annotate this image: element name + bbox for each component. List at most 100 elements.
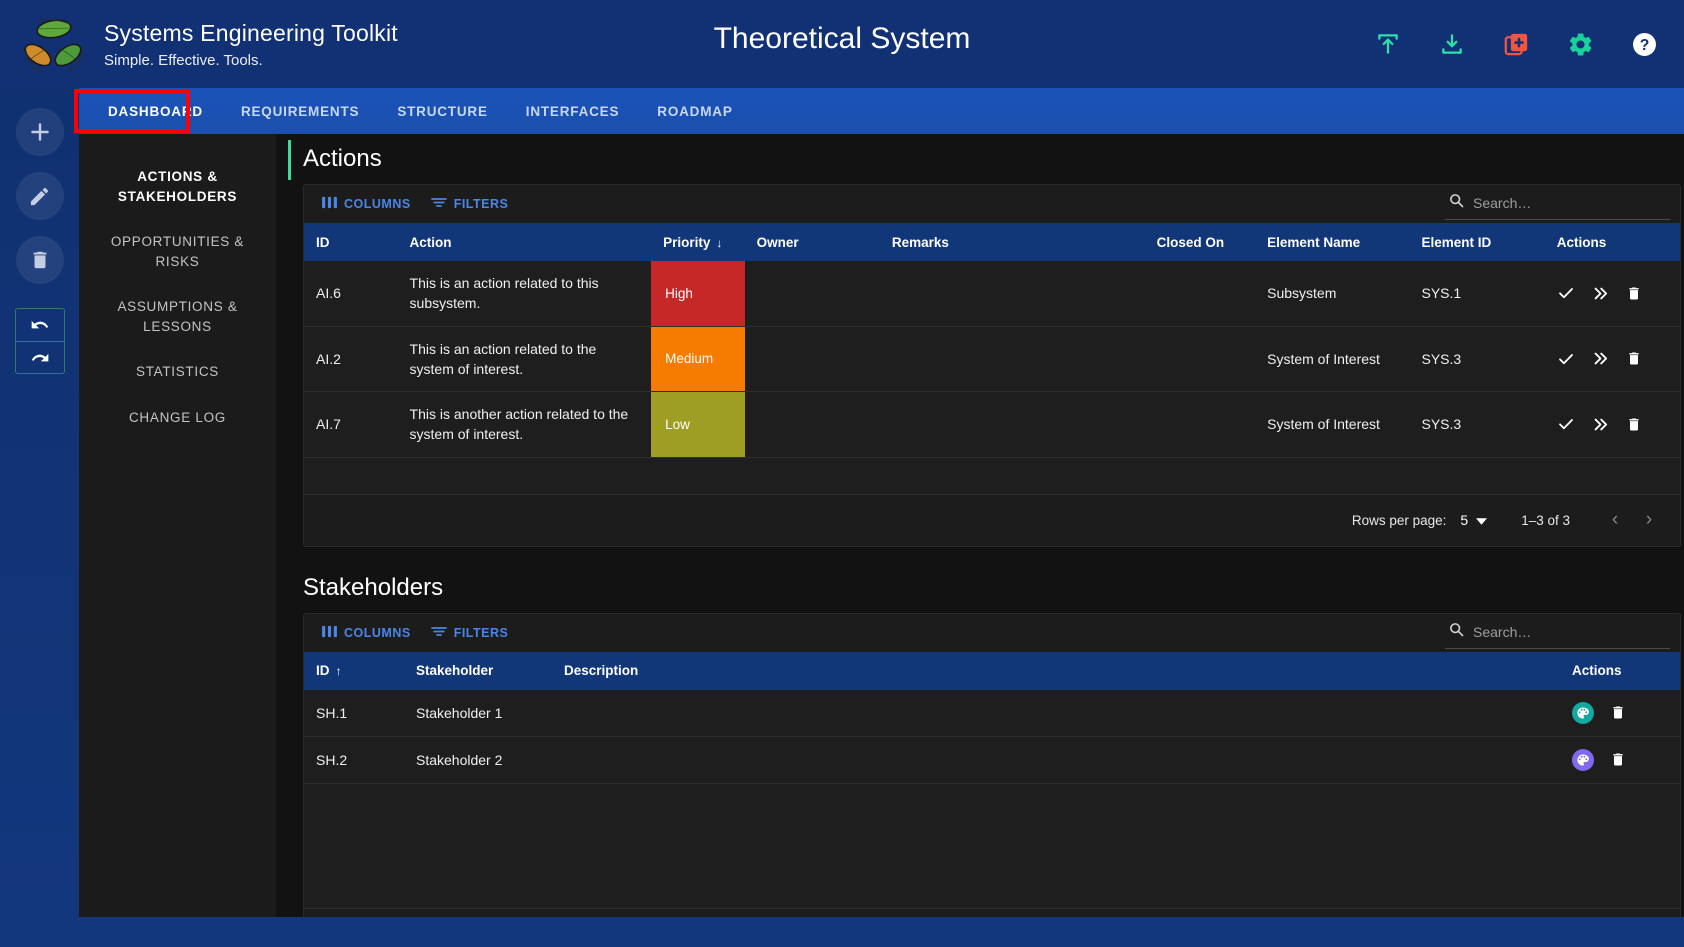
double-chevron-right-icon[interactable] — [1592, 285, 1609, 302]
download-icon[interactable] — [1438, 30, 1466, 58]
actions-filters-button[interactable]: FILTERS — [421, 190, 519, 218]
search-icon — [1449, 193, 1464, 213]
col-sh-actions: Actions — [1572, 663, 1622, 679]
col-element-name[interactable]: Element Name — [1255, 223, 1409, 261]
sidebar-item-statistics[interactable]: STATISTICS — [79, 349, 276, 395]
actions-table-header-row: ID Action Priority ↓ Owner Remarks Closed… — [304, 223, 1680, 261]
col-owner[interactable]: Owner — [745, 223, 880, 261]
sort-desc-icon: ↓ — [716, 235, 723, 250]
stakeholders-search-input[interactable]: Search… — [1445, 618, 1670, 649]
cell-priority: Low — [651, 391, 745, 458]
cell-sh-stakeholder: Stakeholder 2 — [416, 751, 503, 768]
delete-button[interactable] — [15, 236, 64, 284]
actions-columns-label: COLUMNS — [344, 197, 411, 211]
stakeholders-filters-button[interactable]: FILTERS — [421, 619, 519, 647]
col-actions: Actions — [1556, 234, 1607, 250]
cell-action: This is an action related to this subsys… — [409, 275, 599, 312]
tab-structure[interactable]: STRUCTURE — [378, 91, 506, 132]
app-tagline: Simple. Effective. Tools. — [104, 51, 263, 69]
columns-icon — [322, 196, 337, 212]
stakeholders-columns-button[interactable]: COLUMNS — [312, 619, 421, 647]
check-icon[interactable] — [1557, 350, 1575, 368]
cell-element-name: System of Interest — [1267, 416, 1380, 433]
trash-icon[interactable] — [1610, 704, 1626, 721]
sidebar-item-change-log[interactable]: CHANGE LOG — [79, 395, 276, 441]
cell-priority: Medium — [651, 326, 745, 392]
sort-asc-icon: ↑ — [335, 664, 342, 679]
filters-icon — [430, 196, 447, 212]
actions-section-title: Actions — [303, 145, 382, 172]
header-actions: ? — [1374, 0, 1658, 88]
new-project-icon[interactable] — [1502, 30, 1530, 58]
cell-actions — [1545, 392, 1680, 458]
col-closed-on[interactable]: Closed On — [1145, 223, 1255, 261]
add-button[interactable] — [15, 108, 64, 156]
table-row[interactable]: AI.7 This is another action related to t… — [304, 391, 1680, 458]
cell-sh-actions — [1560, 690, 1680, 737]
col-sh-stakeholder[interactable]: Stakeholder — [404, 652, 552, 690]
table-row[interactable]: AI.2 This is an action related to the sy… — [304, 326, 1680, 392]
col-priority[interactable]: Priority ↓ — [651, 223, 745, 261]
cell-closed-on — [1145, 326, 1255, 392]
col-id[interactable]: ID — [304, 223, 398, 261]
actions-rows-per-page-label: Rows per page: — [1351, 512, 1447, 528]
sidebar-item-assumptions-lessons[interactable]: ASSUMPTIONS & LESSONS — [79, 284, 276, 349]
undo-button[interactable] — [16, 309, 64, 341]
actions-columns-button[interactable]: COLUMNS — [312, 190, 421, 218]
palette-icon[interactable] — [1572, 748, 1594, 771]
svg-text:?: ? — [1639, 37, 1649, 54]
dashboard-content: Actions COLUMNS FILTERS Search… ID Actio… — [276, 134, 1684, 917]
sidebar-item-opportunities-risks[interactable]: OPPORTUNITIES & RISKS — [79, 219, 276, 284]
table-row[interactable]: SH.2 Stakeholder 2 — [304, 736, 1680, 784]
cell-actions — [1545, 261, 1680, 326]
stakeholders-search-placeholder: Search… — [1473, 623, 1532, 640]
check-icon[interactable] — [1557, 284, 1575, 302]
col-sh-id[interactable]: ID ↑ — [304, 652, 404, 690]
cell-element-name: Subsystem — [1267, 285, 1337, 302]
actions-filters-label: FILTERS — [453, 197, 509, 211]
cell-sh-description — [552, 690, 1560, 737]
actions-next-page-button[interactable]: › — [1632, 503, 1666, 537]
search-icon — [1449, 622, 1464, 642]
redo-button[interactable] — [15, 341, 64, 373]
upload-icon[interactable] — [1374, 30, 1402, 58]
double-chevron-right-icon[interactable] — [1592, 350, 1609, 367]
stakeholders-toolbar: COLUMNS FILTERS Search… — [304, 614, 1680, 652]
cell-remarks — [880, 392, 1145, 458]
stakeholders-pagination: Rows per page: 5 1–2 of 2 ‹ › — [304, 907, 1680, 917]
check-icon[interactable] — [1557, 415, 1575, 433]
col-element-id[interactable]: Element ID — [1410, 223, 1545, 261]
col-sh-id-label: ID — [316, 663, 330, 679]
tab-roadmap[interactable]: ROADMAP — [638, 91, 751, 132]
sidebar-item-actions-stakeholders[interactable]: ACTIONS & STAKEHOLDERS — [79, 154, 276, 219]
trash-icon[interactable] — [1626, 350, 1642, 367]
cell-element-id: SYS.3 — [1421, 350, 1462, 367]
col-action[interactable]: Action — [398, 223, 652, 261]
actions-prev-page-button[interactable]: ‹ — [1598, 503, 1632, 537]
col-remarks[interactable]: Remarks — [880, 223, 1145, 261]
cell-remarks — [880, 261, 1145, 326]
tab-dashboard[interactable]: DASHBOARD — [89, 91, 222, 132]
main-tab-bar: DASHBOARD REQUIREMENTS STRUCTURE INTERFA… — [79, 88, 1684, 134]
dashboard-sidebar: ACTIONS & STAKEHOLDERS OPPORTUNITIES & R… — [79, 134, 276, 917]
help-icon[interactable]: ? — [1630, 30, 1658, 58]
trash-icon[interactable] — [1626, 416, 1642, 433]
tab-requirements[interactable]: REQUIREMENTS — [222, 91, 378, 132]
tab-interfaces[interactable]: INTERFACES — [507, 91, 639, 132]
cell-id: AI.2 — [316, 350, 341, 367]
palette-icon[interactable] — [1572, 701, 1594, 724]
edit-button[interactable] — [15, 172, 64, 220]
stakeholders-accent-bar — [288, 569, 291, 609]
cell-id: AI.6 — [316, 285, 341, 302]
col-sh-description[interactable]: Description — [552, 652, 1560, 690]
cell-closed-on — [1145, 261, 1255, 326]
actions-search-input[interactable]: Search… — [1445, 189, 1670, 220]
table-row[interactable]: SH.1 Stakeholder 1 — [304, 689, 1680, 737]
settings-gear-icon[interactable] — [1566, 30, 1594, 58]
actions-rows-per-page-select[interactable]: 5 — [1460, 512, 1488, 529]
double-chevron-right-icon[interactable] — [1592, 416, 1609, 433]
trash-icon[interactable] — [1626, 285, 1642, 302]
actions-rows-per-page-value: 5 — [1460, 512, 1469, 529]
table-row[interactable]: AI.6 This is an action related to this s… — [304, 261, 1680, 327]
trash-icon[interactable] — [1610, 751, 1626, 768]
